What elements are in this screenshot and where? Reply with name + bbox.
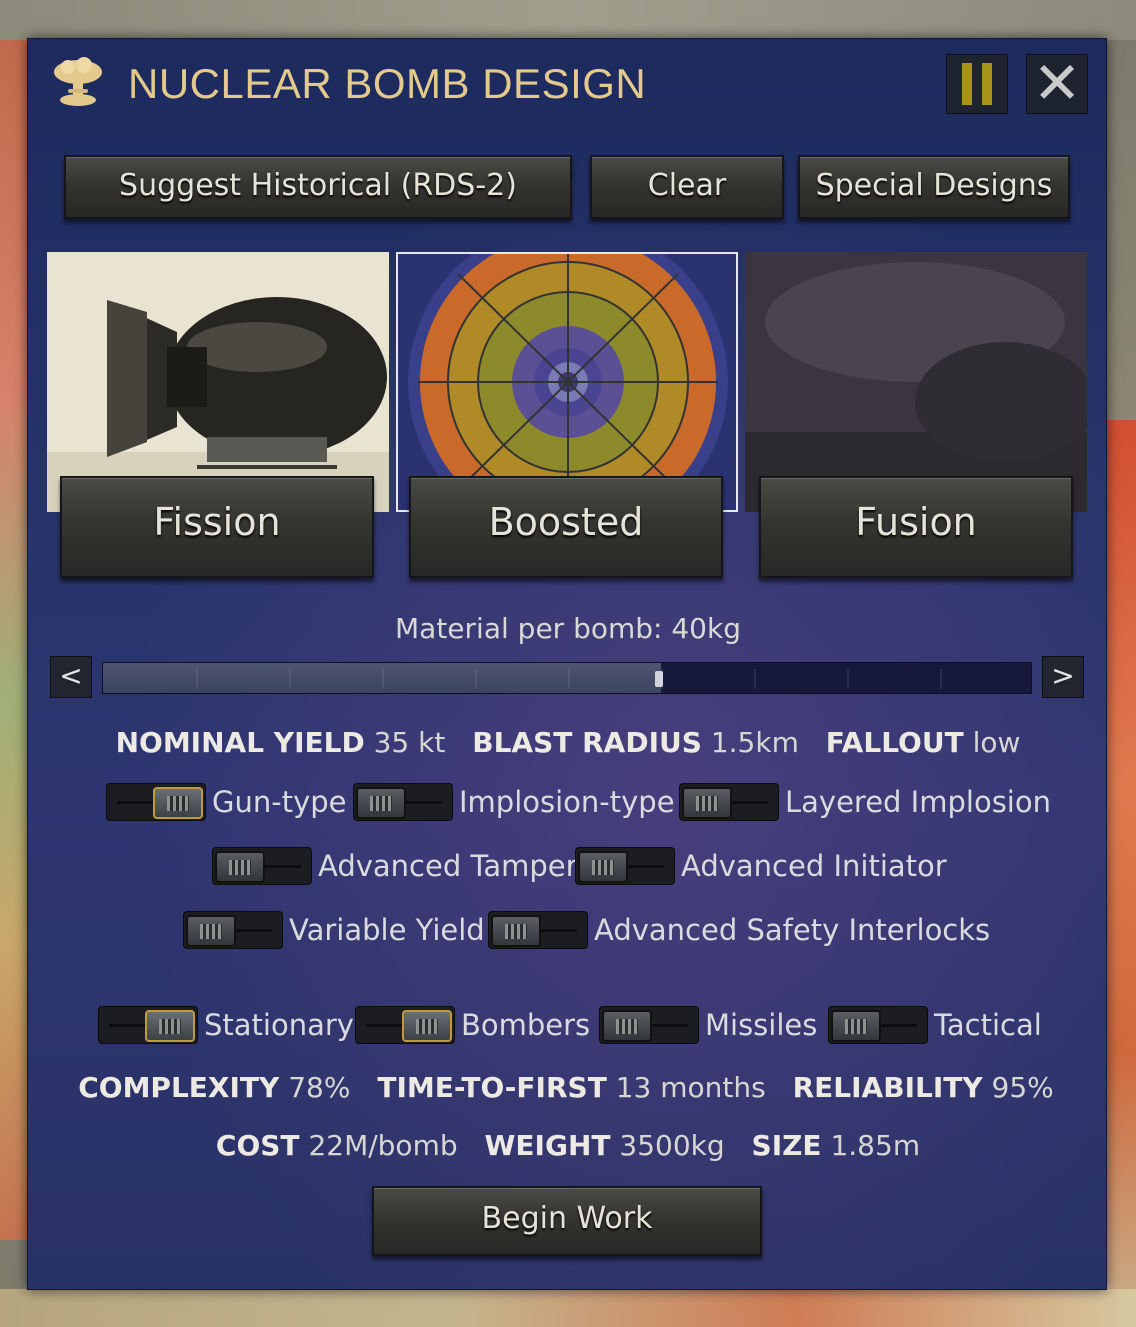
size-value: 1.85m	[830, 1129, 921, 1162]
advanced-initiator-toggle[interactable]	[575, 847, 675, 885]
bombers-label: Bombers	[461, 1008, 591, 1042]
option-advanced-safety[interactable]: Advanced Safety Interlocks	[488, 910, 990, 950]
cost-value: 22M/bomb	[308, 1129, 458, 1162]
time-to-first-value: 13 months	[615, 1071, 766, 1104]
advanced-tamper-label: Advanced Tamper	[318, 849, 578, 883]
map-bottom	[0, 1289, 1136, 1327]
delivery-missiles[interactable]: Missiles	[599, 1005, 817, 1045]
variable-yield-label: Variable Yield	[289, 913, 485, 947]
reliability-value: 95%	[991, 1071, 1054, 1104]
layered-implosion-toggle[interactable]	[679, 783, 779, 821]
slider-tick	[940, 669, 942, 689]
pause-icon	[962, 63, 972, 105]
advanced-tamper-toggle[interactable]	[212, 847, 312, 885]
fission-card[interactable]	[47, 252, 389, 512]
slider-tick	[661, 669, 663, 689]
stationary-toggle[interactable]	[98, 1006, 198, 1044]
slider-tick	[568, 669, 570, 689]
fusion-button[interactable]: Fusion	[759, 476, 1073, 578]
fission-bomb-image	[47, 252, 389, 512]
blast-radius-label: BLAST RADIUS	[472, 726, 702, 759]
page-title: NUCLEAR BOMB DESIGN	[128, 60, 647, 107]
time-to-first-label: TIME-TO-FIRST	[377, 1071, 607, 1104]
option-advanced-tamper[interactable]: Advanced Tamper	[212, 846, 578, 886]
slider-tick	[754, 669, 756, 689]
variable-yield-toggle[interactable]	[183, 911, 283, 949]
layered-implosion-label: Layered Implosion	[785, 785, 1051, 819]
slider-tick	[847, 669, 849, 689]
clear-button[interactable]: Clear	[590, 155, 784, 219]
fusion-card[interactable]	[745, 252, 1087, 512]
close-button[interactable]: ✕	[1026, 54, 1088, 114]
advanced-safety-label: Advanced Safety Interlocks	[594, 913, 991, 947]
missiles-label: Missiles	[705, 1008, 818, 1042]
fallout-label: FALLOUT	[825, 726, 964, 759]
yield-value: 35 kt	[373, 726, 446, 759]
slider-tick	[475, 669, 477, 689]
weight-value: 3500kg	[619, 1129, 725, 1162]
tactical-label: Tactical	[934, 1008, 1042, 1042]
weight-label: WEIGHT	[484, 1129, 611, 1162]
delivery-stationary[interactable]: Stationary	[98, 1005, 354, 1045]
option-implosion-type[interactable]: Implosion-type	[353, 782, 675, 822]
advanced-safety-toggle[interactable]	[488, 911, 588, 949]
yield-label: NOMINAL YIELD	[115, 726, 365, 759]
material-increase-button[interactable]: >	[1042, 656, 1084, 698]
cost-stats: COST 22M/bomb WEIGHT 3500kg SIZE 1.85m	[0, 1129, 1136, 1162]
implosion-type-toggle[interactable]	[353, 783, 453, 821]
delivery-tactical[interactable]: Tactical	[828, 1005, 1042, 1045]
option-layered-implosion[interactable]: Layered Implosion	[679, 782, 1051, 822]
boosted-card[interactable]	[396, 252, 738, 512]
reliability-label: RELIABILITY	[792, 1071, 983, 1104]
boosted-core-image	[398, 254, 736, 510]
special-designs-button[interactable]: Special Designs	[798, 155, 1070, 219]
stationary-label: Stationary	[204, 1008, 354, 1042]
gun-type-label: Gun-type	[212, 785, 347, 819]
size-label: SIZE	[751, 1129, 822, 1162]
complexity-label: COMPLEXITY	[78, 1071, 280, 1104]
implosion-type-label: Implosion-type	[459, 785, 675, 819]
missiles-toggle[interactable]	[599, 1006, 699, 1044]
complexity-value: 78%	[288, 1071, 351, 1104]
fallout-value: low	[972, 726, 1021, 759]
material-slider[interactable]	[102, 662, 1032, 694]
gun-type-toggle[interactable]	[106, 783, 206, 821]
delivery-bombers[interactable]: Bombers	[355, 1005, 590, 1045]
cost-label: COST	[215, 1129, 300, 1162]
mushroom-cloud-icon	[54, 57, 102, 106]
slider-tick	[289, 669, 291, 689]
yield-stats: NOMINAL YIELD 35 kt BLAST RADIUS 1.5km F…	[0, 726, 1136, 759]
close-icon: ✕	[1032, 49, 1082, 117]
pause-button[interactable]	[946, 54, 1008, 114]
advanced-initiator-label: Advanced Initiator	[681, 849, 947, 883]
tactical-toggle[interactable]	[828, 1006, 928, 1044]
fission-button[interactable]: Fission	[60, 476, 374, 578]
production-stats: COMPLEXITY 78% TIME-TO-FIRST 13 months R…	[0, 1071, 1134, 1104]
slider-tick	[382, 669, 384, 689]
boosted-button[interactable]: Boosted	[409, 476, 723, 578]
option-gun-type[interactable]: Gun-type	[106, 782, 346, 822]
bombers-toggle[interactable]	[355, 1006, 455, 1044]
fusion-explosion-image	[745, 252, 1087, 512]
option-advanced-initiator[interactable]: Advanced Initiator	[575, 846, 947, 886]
suggest-historical-button[interactable]: Suggest Historical (RDS-2)	[64, 155, 572, 219]
option-variable-yield[interactable]: Variable Yield	[183, 910, 485, 950]
material-decrease-button[interactable]: <	[50, 656, 92, 698]
begin-work-button[interactable]: Begin Work	[372, 1186, 762, 1256]
slider-tick	[196, 669, 198, 689]
blast-radius-value: 1.5km	[710, 726, 799, 759]
material-per-bomb-label: Material per bomb: 40kg	[395, 612, 741, 645]
map-top	[0, 0, 1136, 40]
